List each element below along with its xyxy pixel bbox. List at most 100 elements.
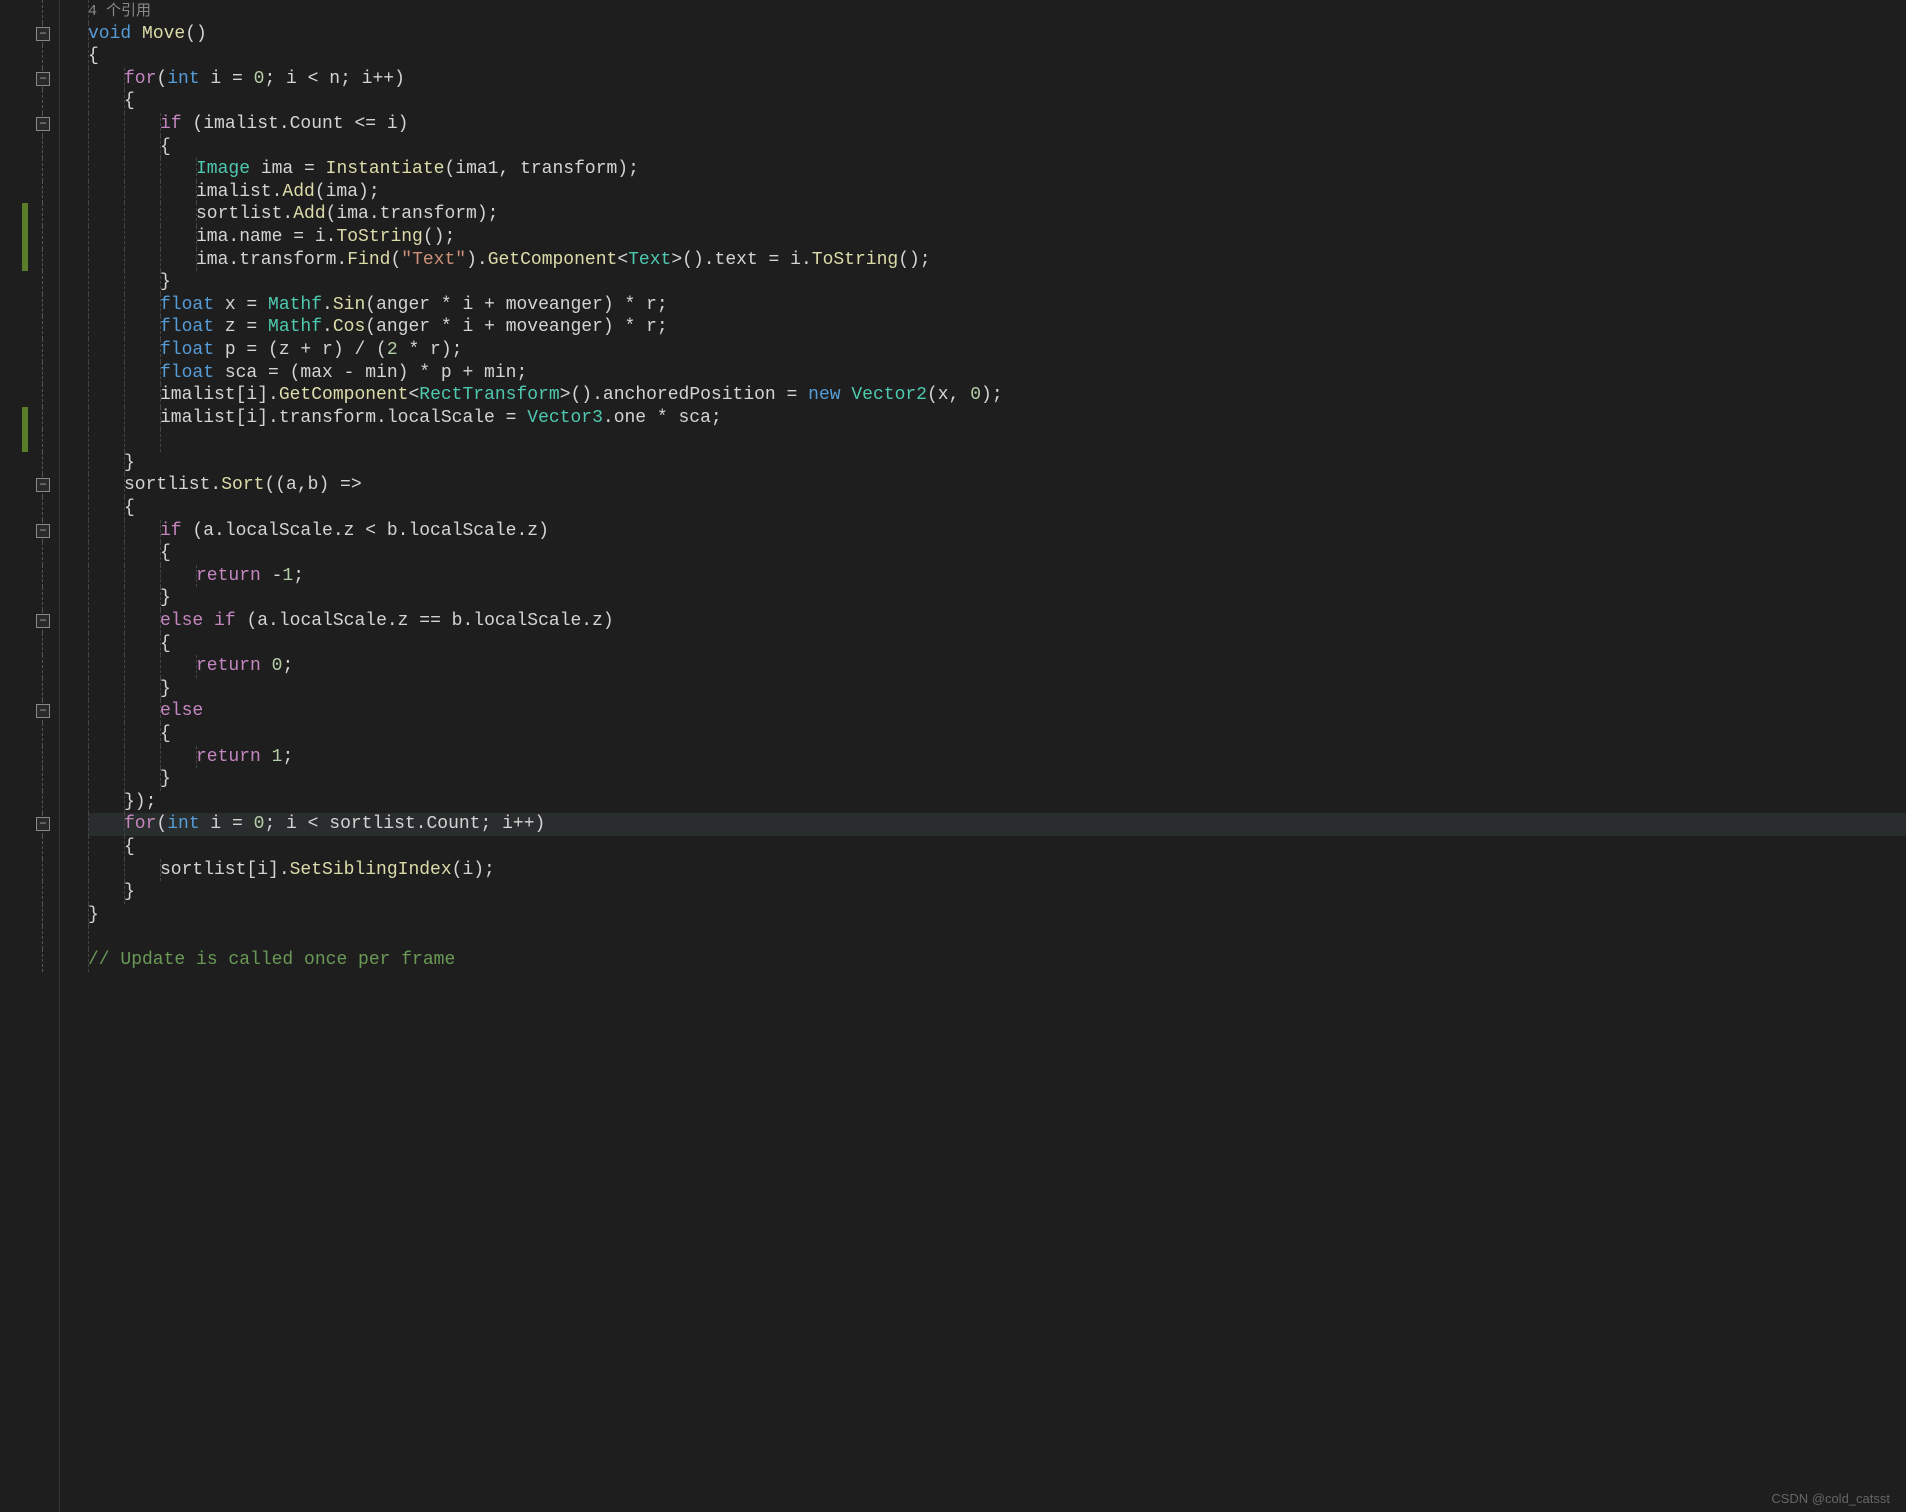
- fold-collapse-icon[interactable]: −: [36, 27, 50, 41]
- gutter-line[interactable]: −: [0, 474, 59, 497]
- code-line[interactable]: if (imalist.Count <= i): [88, 113, 1906, 136]
- code-line[interactable]: {: [88, 90, 1906, 113]
- code-line[interactable]: }: [88, 904, 1906, 927]
- code-line[interactable]: {: [88, 497, 1906, 520]
- code-line[interactable]: sortlist.Sort((a,b) =>: [88, 474, 1906, 497]
- gutter-line[interactable]: [0, 181, 59, 204]
- code-line[interactable]: imalist.Add(ima);: [88, 181, 1906, 204]
- gutter-line[interactable]: [0, 542, 59, 565]
- gutter-line[interactable]: −: [0, 23, 59, 46]
- gutter-line[interactable]: [0, 316, 59, 339]
- gutter-line[interactable]: [0, 497, 59, 520]
- code-line[interactable]: {: [88, 633, 1906, 656]
- gutter-line[interactable]: [0, 271, 59, 294]
- code-line[interactable]: void Move(): [88, 23, 1906, 46]
- code-line[interactable]: for(int i = 0; i < sortlist.Count; i++): [88, 813, 1906, 836]
- gutter-line[interactable]: −: [0, 113, 59, 136]
- gutter-line[interactable]: −: [0, 520, 59, 543]
- gutter-line[interactable]: [0, 655, 59, 678]
- code-line[interactable]: }: [88, 881, 1906, 904]
- code-line[interactable]: imalist[i].GetComponent<RectTransform>()…: [88, 384, 1906, 407]
- code-line[interactable]: }: [88, 768, 1906, 791]
- gutter-line[interactable]: [0, 768, 59, 791]
- token-plain: {: [124, 837, 135, 857]
- gutter-line[interactable]: [0, 45, 59, 68]
- gutter-line[interactable]: [0, 362, 59, 385]
- gutter-line[interactable]: [0, 158, 59, 181]
- gutter-line[interactable]: [0, 226, 59, 249]
- gutter-line[interactable]: [0, 339, 59, 362]
- code-line[interactable]: });: [88, 791, 1906, 814]
- gutter-line[interactable]: −: [0, 610, 59, 633]
- indent-guide: [88, 836, 89, 859]
- code-line[interactable]: sortlist[i].SetSiblingIndex(i);: [88, 859, 1906, 882]
- code-line[interactable]: {: [88, 836, 1906, 859]
- code-area[interactable]: 4 个引用void Move(){for(int i = 0; i < n; i…: [60, 0, 1906, 1512]
- fold-collapse-icon[interactable]: −: [36, 524, 50, 538]
- gutter-line[interactable]: [0, 203, 59, 226]
- code-line[interactable]: return -1;: [88, 565, 1906, 588]
- gutter-line[interactable]: [0, 565, 59, 588]
- gutter-line[interactable]: [0, 633, 59, 656]
- code-line[interactable]: ima.name = i.ToString();: [88, 226, 1906, 249]
- gutter-line[interactable]: [0, 678, 59, 701]
- code-line[interactable]: }: [88, 271, 1906, 294]
- token-plain: * r);: [398, 340, 463, 360]
- fold-collapse-icon[interactable]: −: [36, 817, 50, 831]
- code-line[interactable]: {: [88, 542, 1906, 565]
- gutter-line[interactable]: [0, 90, 59, 113]
- fold-collapse-icon[interactable]: −: [36, 478, 50, 492]
- code-line[interactable]: if (a.localScale.z < b.localScale.z): [88, 520, 1906, 543]
- gutter-line[interactable]: [0, 294, 59, 317]
- gutter-line[interactable]: [0, 746, 59, 769]
- gutter-line[interactable]: [0, 452, 59, 475]
- gutter-line[interactable]: [0, 587, 59, 610]
- gutter-line[interactable]: [0, 904, 59, 927]
- code-line[interactable]: [88, 926, 1906, 949]
- gutter-line[interactable]: [0, 384, 59, 407]
- code-line[interactable]: imalist[i].transform.localScale = Vector…: [88, 407, 1906, 430]
- code-line[interactable]: float p = (z + r) / (2 * r);: [88, 339, 1906, 362]
- code-editor[interactable]: −−−−−−−− 4 个引用void Move(){for(int i = 0;…: [0, 0, 1906, 1512]
- gutter-line[interactable]: −: [0, 700, 59, 723]
- fold-collapse-icon[interactable]: −: [36, 704, 50, 718]
- fold-collapse-icon[interactable]: −: [36, 72, 50, 86]
- gutter-line[interactable]: [0, 723, 59, 746]
- code-line[interactable]: {: [88, 136, 1906, 159]
- code-line[interactable]: {: [88, 723, 1906, 746]
- gutter-line[interactable]: [0, 859, 59, 882]
- code-line[interactable]: float sca = (max - min) * p + min;: [88, 362, 1906, 385]
- code-line[interactable]: Image ima = Instantiate(ima1, transform)…: [88, 158, 1906, 181]
- code-line[interactable]: [88, 429, 1906, 452]
- code-line[interactable]: for(int i = 0; i < n; i++): [88, 68, 1906, 91]
- code-line[interactable]: }: [88, 678, 1906, 701]
- gutter-line[interactable]: −: [0, 68, 59, 91]
- code-line[interactable]: sortlist.Add(ima.transform);: [88, 203, 1906, 226]
- code-line[interactable]: }: [88, 452, 1906, 475]
- gutter-line[interactable]: [0, 881, 59, 904]
- code-line[interactable]: return 1;: [88, 746, 1906, 769]
- gutter-line[interactable]: [0, 429, 59, 452]
- gutter-line[interactable]: [0, 407, 59, 430]
- gutter-line[interactable]: [0, 136, 59, 159]
- fold-collapse-icon[interactable]: −: [36, 614, 50, 628]
- fold-collapse-icon[interactable]: −: [36, 117, 50, 131]
- code-line[interactable]: else: [88, 700, 1906, 723]
- gutter-line[interactable]: [0, 791, 59, 814]
- code-line[interactable]: // Update is called once per frame: [88, 949, 1906, 972]
- code-line[interactable]: float z = Mathf.Cos(anger * i + moveange…: [88, 316, 1906, 339]
- code-line[interactable]: }: [88, 587, 1906, 610]
- code-line[interactable]: return 0;: [88, 655, 1906, 678]
- code-line[interactable]: 4 个引用: [88, 0, 1906, 23]
- code-line[interactable]: {: [88, 45, 1906, 68]
- editor-gutter[interactable]: − − − − − − − −: [0, 0, 60, 1512]
- gutter-line[interactable]: [0, 836, 59, 859]
- gutter-line[interactable]: −: [0, 813, 59, 836]
- gutter-line[interactable]: [0, 0, 59, 23]
- code-line[interactable]: ima.transform.Find("Text").GetComponent<…: [88, 249, 1906, 272]
- code-line[interactable]: else if (a.localScale.z == b.localScale.…: [88, 610, 1906, 633]
- gutter-line[interactable]: [0, 249, 59, 272]
- code-line[interactable]: float x = Mathf.Sin(anger * i + moveange…: [88, 294, 1906, 317]
- gutter-line[interactable]: [0, 926, 59, 949]
- gutter-line[interactable]: [0, 949, 59, 972]
